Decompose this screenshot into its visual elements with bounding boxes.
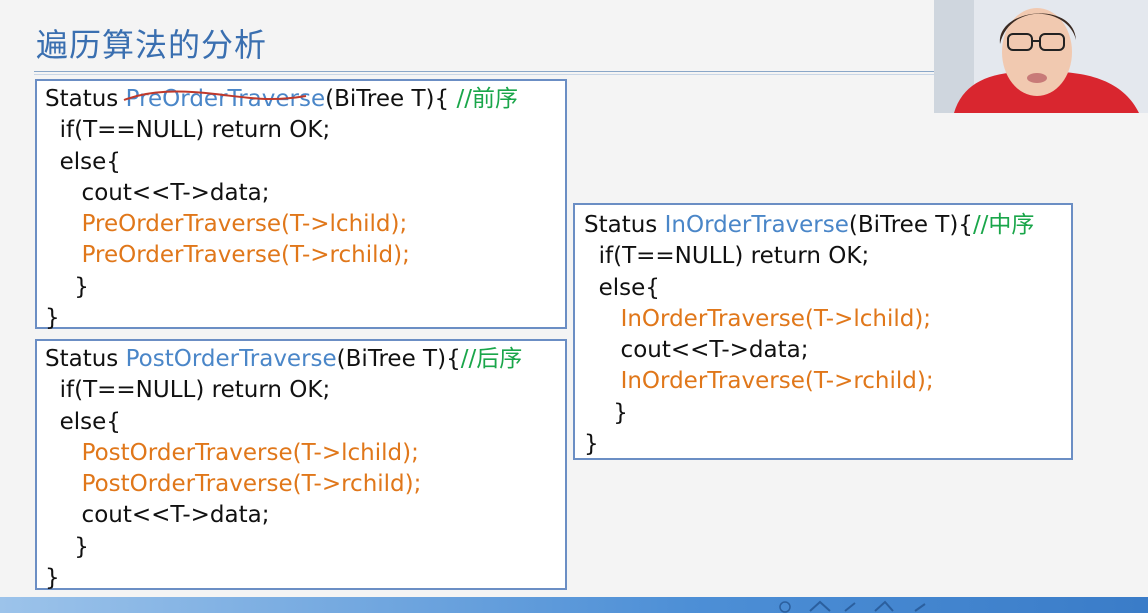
title-divider-secondary: [34, 74, 934, 75]
code-line: InOrderTraverse(T->rchild);: [584, 366, 1071, 397]
code-line: Status InOrderTraverse(BiTree T){//中序: [584, 210, 1071, 241]
bottom-banner: [0, 597, 1148, 613]
code-text: else{: [45, 148, 121, 175]
code-line: }: [45, 563, 565, 594]
code-line: if(T==NULL) return OK;: [45, 115, 565, 146]
code-text: }: [45, 533, 89, 560]
inorder-code-box: Status InOrderTraverse(BiTree T){//中序 if…: [573, 203, 1073, 460]
code-line: cout<<T->data;: [45, 178, 565, 209]
code-line: PostOrderTraverse(T->lchild);: [45, 438, 565, 469]
code-line: if(T==NULL) return OK;: [584, 241, 1071, 272]
presenter-webcam: [934, 0, 1148, 113]
code-line: cout<<T->data;: [45, 500, 565, 531]
code-line: }: [45, 532, 565, 563]
code-text: if(T==NULL) return OK;: [584, 243, 870, 270]
recursive-call: InOrderTraverse(T->lchild);: [620, 305, 932, 332]
code-text: (BiTree T){: [336, 346, 461, 372]
title-divider: [34, 71, 934, 72]
code-text: (BiTree T){: [325, 86, 457, 112]
code-text: cout<<T->data;: [45, 179, 270, 206]
code-text: Status: [45, 346, 126, 372]
code-line: else{: [45, 407, 565, 438]
code-comment: //后序: [460, 346, 523, 372]
code-line: Status PreOrderTraverse(BiTree T){ //前序: [45, 84, 565, 115]
code-line: if(T==NULL) return OK;: [45, 375, 565, 406]
function-name: PreOrderTraverse: [125, 86, 326, 112]
code-line: PreOrderTraverse(T->rchild);: [45, 240, 565, 271]
code-line: }: [45, 272, 565, 303]
code-line: else{: [45, 147, 565, 178]
function-name: PostOrderTraverse: [125, 346, 337, 372]
recursive-call: PostOrderTraverse(T->rchild);: [81, 471, 422, 498]
code-text: }: [584, 399, 628, 426]
code-text: }: [584, 431, 599, 458]
code-line: }: [584, 429, 1071, 460]
code-line: }: [584, 398, 1071, 429]
code-text: cout<<T->data;: [45, 502, 270, 529]
code-line: PostOrderTraverse(T->rchild);: [45, 469, 565, 500]
code-text: if(T==NULL) return OK;: [45, 117, 331, 144]
code-text: }: [45, 565, 60, 592]
code-text: else{: [584, 274, 660, 301]
code-text: if(T==NULL) return OK;: [45, 377, 331, 404]
recursive-call: PreOrderTraverse(T->lchild);: [81, 211, 408, 238]
code-text: cout<<T->data;: [584, 337, 809, 364]
code-line: cout<<T->data;: [584, 335, 1071, 366]
code-line: PreOrderTraverse(T->lchild);: [45, 209, 565, 240]
code-comment: //中序: [972, 212, 1035, 238]
code-line: else{: [584, 273, 1071, 304]
code-line: }: [45, 303, 565, 334]
postorder-code-box: Status PostOrderTraverse(BiTree T){//后序 …: [35, 339, 567, 591]
slide-title: 遍历算法的分析: [36, 26, 268, 64]
recursive-call: InOrderTraverse(T->rchild);: [620, 368, 934, 395]
code-comment: //前序: [456, 86, 518, 112]
code-text: else{: [45, 408, 121, 435]
code-text: Status: [584, 212, 665, 238]
code-line: InOrderTraverse(T->lchild);: [584, 304, 1071, 335]
function-name: InOrderTraverse: [664, 212, 849, 238]
code-text: }: [45, 273, 89, 300]
code-text: Status: [45, 86, 126, 112]
preorder-code-box: Status PreOrderTraverse(BiTree T){ //前序 …: [35, 79, 567, 331]
code-line: Status PostOrderTraverse(BiTree T){//后序: [45, 344, 565, 375]
code-text: }: [45, 305, 60, 332]
recursive-call: PostOrderTraverse(T->lchild);: [81, 439, 419, 466]
code-text: (BiTree T){: [848, 212, 973, 238]
bottom-logo: [779, 600, 926, 613]
recursive-call: PreOrderTraverse(T->rchild);: [81, 242, 410, 269]
